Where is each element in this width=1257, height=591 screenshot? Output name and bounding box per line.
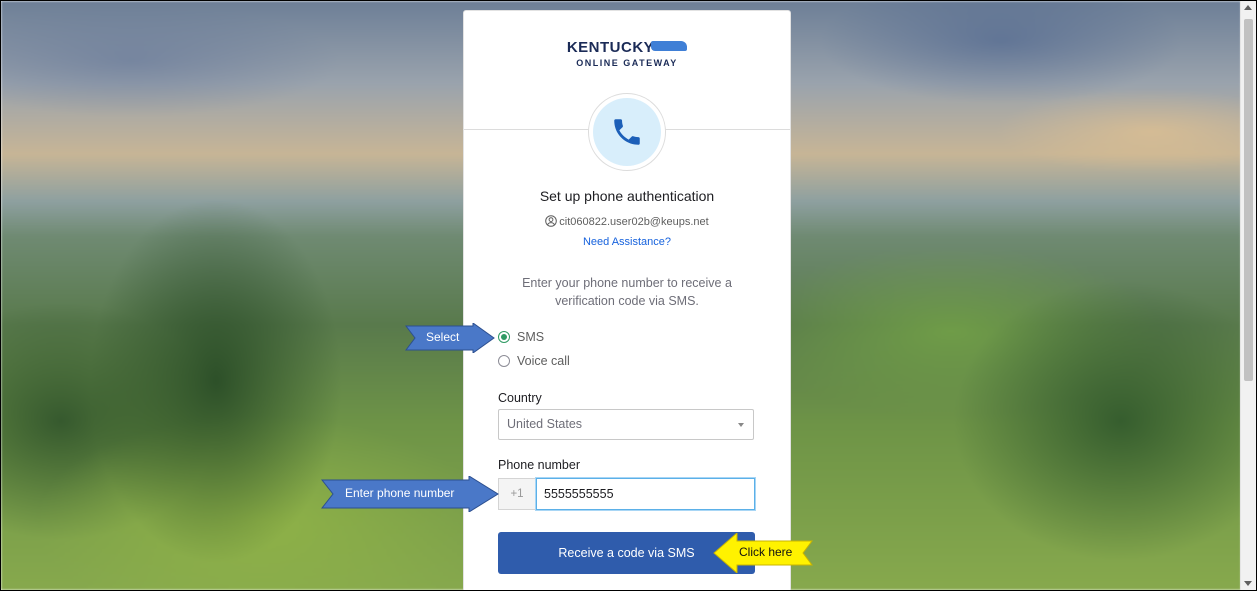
phone-icon: [614, 119, 640, 145]
enter-phone-callout-text: Enter phone number: [345, 486, 455, 500]
country-value: United States: [507, 417, 583, 431]
browser-viewport: KENTUCKY ONLINE GATEWAY Set up phone aut…: [0, 0, 1257, 591]
country-code-prefix: +1: [498, 478, 536, 510]
kentucky-state-icon: [651, 41, 688, 51]
voice-call-option[interactable]: Voice call: [498, 354, 570, 368]
voice-call-label: Voice call: [517, 354, 570, 368]
sms-option[interactable]: SMS: [498, 330, 544, 344]
user-identity: cit060822.user02b@keups.net: [464, 215, 790, 228]
logo-name-bottom: ONLINE GATEWAY: [576, 58, 678, 68]
scrollbar-thumb[interactable]: [1244, 19, 1253, 381]
kentucky-logo: KENTUCKY ONLINE GATEWAY: [464, 39, 790, 68]
phone-number-input[interactable]: [536, 478, 755, 510]
enter-phone-callout: Enter phone number: [321, 476, 499, 512]
select-callout: Select: [405, 323, 495, 353]
logo-name-top: KENTUCKY: [566, 39, 655, 56]
phone-badge: [588, 93, 666, 171]
scroll-up-arrow-icon[interactable]: [1244, 5, 1252, 10]
country-select[interactable]: United States: [498, 409, 754, 440]
click-here-callout-text: Click here: [739, 545, 793, 559]
phone-number-label: Phone number: [498, 458, 581, 472]
country-label: Country: [498, 391, 542, 405]
user-circle-icon: [545, 215, 558, 227]
need-assistance-link[interactable]: Need Assistance?: [464, 236, 790, 248]
sms-label: SMS: [517, 330, 545, 344]
page-title: Set up phone authentication: [539, 188, 715, 204]
page-scrollbar[interactable]: [1240, 1, 1256, 590]
click-here-callout: Click here: [713, 533, 813, 573]
scroll-down-arrow-icon[interactable]: [1244, 581, 1252, 586]
auth-card: KENTUCKY ONLINE GATEWAY Set up phone aut…: [463, 10, 791, 590]
sms-radio[interactable]: [498, 331, 510, 343]
chevron-down-icon: [738, 423, 744, 427]
select-callout-text: Select: [426, 330, 460, 344]
voice-call-radio[interactable]: [498, 355, 510, 367]
instructions-text: Enter your phone number to receive a ver…: [522, 276, 732, 308]
user-email: cit060822.user02b@keups.net: [559, 216, 709, 228]
